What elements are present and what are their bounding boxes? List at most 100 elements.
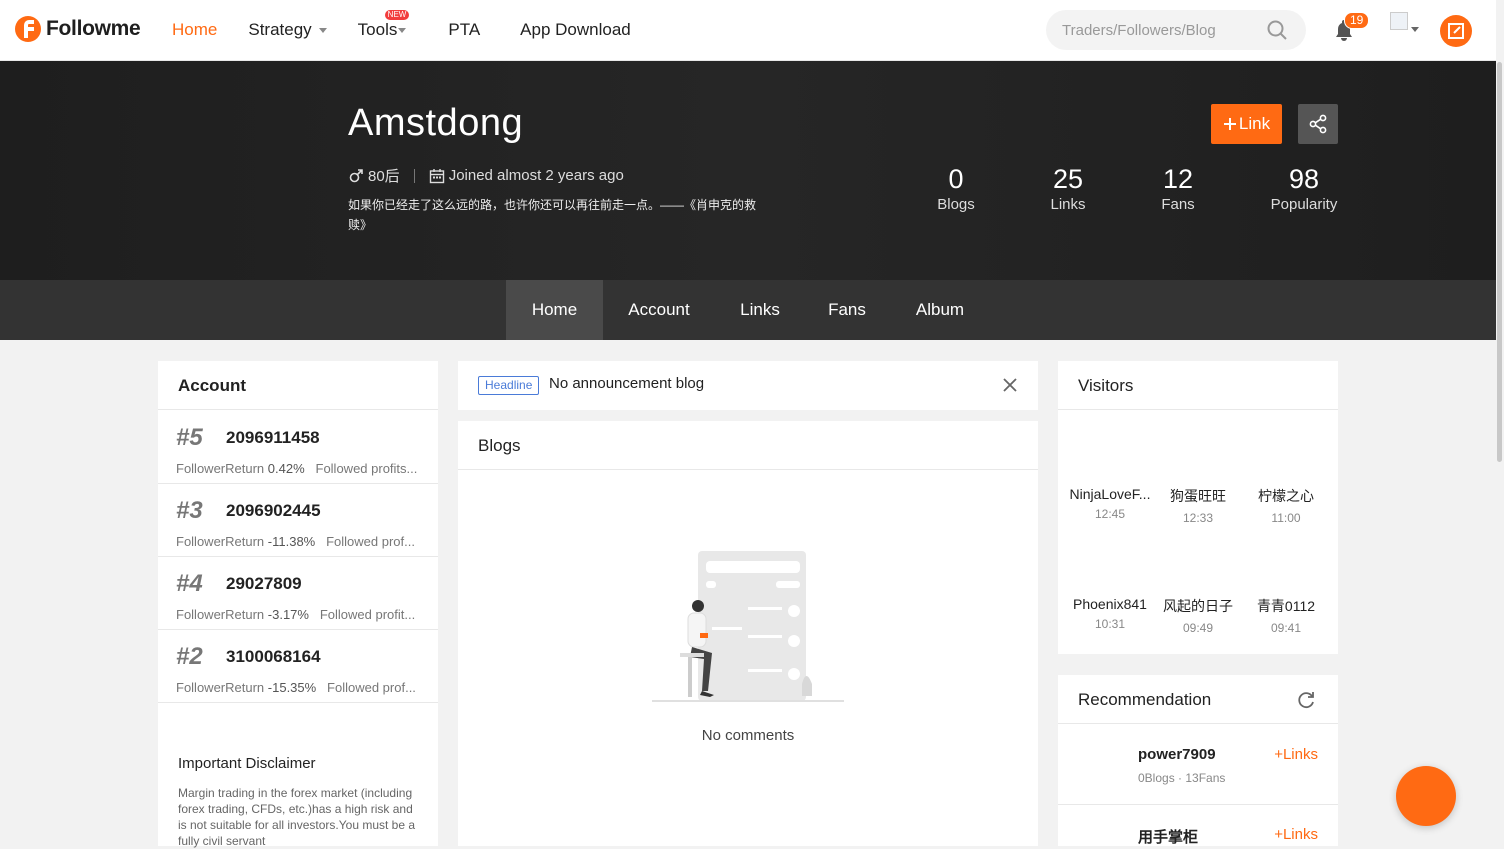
empty-state-illustration [652, 551, 844, 702]
stat-fans[interactable]: 12 Fans [1161, 163, 1194, 215]
visitor-item[interactable]: NinjaLoveF... 12:45 [1062, 486, 1158, 521]
stat-blogs-label: Blogs [937, 196, 975, 213]
profile-meta: 80后 Joined almost 2 years ago [348, 165, 624, 186]
floating-action-button[interactable] [1396, 766, 1456, 826]
profile-age-group: 80后 [368, 168, 400, 185]
nav-pta[interactable]: PTA [448, 20, 480, 40]
visitor-item[interactable]: Phoenix841 10:31 [1062, 596, 1158, 631]
tab-links-label: Links [740, 300, 780, 319]
visitor-time: 11:00 [1271, 511, 1301, 525]
stat-popularity-label: Popularity [1270, 196, 1338, 213]
blogs-title: Blogs [458, 421, 1038, 470]
followme-logo-icon [15, 16, 41, 42]
stat-links-value: 25 [1052, 164, 1084, 194]
account-return-value: -11.38% [267, 534, 316, 549]
nav-tools[interactable]: Tools NEW [357, 10, 410, 40]
edit-icon [1448, 23, 1464, 39]
account-summary: FollowerReturn -11.38% Followed prof... [176, 534, 415, 549]
link-user-button[interactable]: +Links [1274, 826, 1318, 843]
visitor-item[interactable]: 狗蛋旺旺 12:33 [1150, 486, 1246, 525]
stat-links-label: Links [1050, 196, 1086, 213]
headline-badge: Headline [478, 376, 540, 395]
tab-account-label: Account [628, 300, 690, 319]
empty-state-text: No comments [701, 727, 795, 744]
male-icon [349, 168, 363, 182]
blogs-panel: Blogs No comments [458, 421, 1038, 846]
visitor-name: NinjaLoveF... [1069, 486, 1151, 502]
account-extra: Followed prof... [327, 680, 416, 695]
link-button-label: Link [1238, 114, 1271, 133]
visitor-time: 10:31 [1094, 617, 1126, 631]
search-input[interactable] [1062, 21, 1262, 39]
profile-joined: Joined almost 2 years ago [448, 167, 624, 184]
nav-pta-label: PTA [448, 20, 481, 39]
account-row[interactable]: #4 29027809 FollowerReturn -3.17% Follow… [158, 557, 438, 630]
recommendation-item[interactable]: power7909 0Blogs · 13Fans +Links [1058, 725, 1338, 805]
scrollbar-thumb[interactable] [1497, 62, 1502, 462]
link-user-button-label: Links [1282, 826, 1318, 843]
disclaimer-text: Margin trading in the forex market (incl… [178, 786, 416, 848]
user-avatar[interactable] [1390, 12, 1408, 30]
link-button[interactable]: Link [1211, 104, 1282, 144]
calendar-icon [429, 168, 444, 183]
nav-strategy[interactable]: Strategy [248, 20, 327, 40]
account-return-label: Return [225, 534, 265, 549]
close-icon[interactable] [1003, 378, 1017, 392]
nav-home-label: Home [172, 20, 218, 39]
visitor-time: 09:49 [1182, 621, 1214, 635]
account-return-value: -15.35% [267, 680, 317, 695]
account-return-label: Return [225, 461, 265, 476]
chevron-down-icon[interactable] [1411, 27, 1419, 32]
account-row[interactable]: #3 2096902445 FollowerReturn -11.38% Fol… [158, 484, 438, 557]
disclaimer-title: Important Disclaimer [178, 755, 316, 772]
tab-fans-label: Fans [828, 300, 866, 319]
search-icon[interactable] [1267, 20, 1287, 40]
tab-home[interactable]: Home [506, 280, 603, 340]
tab-fans[interactable]: Fans [816, 280, 878, 340]
announcement-text: No announcement blog [549, 375, 705, 392]
profile-tabs: Home Account Links Fans Album [0, 280, 1496, 340]
chevron-down-icon [398, 27, 407, 33]
visitor-name: 柠檬之心 [1258, 488, 1314, 504]
account-row[interactable]: #5 2096911458 FollowerReturn 0.42% Follo… [158, 411, 438, 484]
nav-home[interactable]: Home [172, 20, 217, 40]
write-post-button[interactable] [1440, 15, 1472, 47]
visitor-name: 狗蛋旺旺 [1170, 488, 1226, 504]
stat-links[interactable]: 25 Links [1050, 163, 1085, 215]
nav-tools-label: Tools [357, 20, 398, 39]
account-rank: #5 [176, 424, 203, 451]
nav-strategy-label: Strategy [248, 20, 312, 39]
refresh-icon[interactable] [1296, 690, 1316, 710]
announcement-bar: Headline No announcement blog [458, 361, 1038, 410]
tab-links[interactable]: Links [726, 280, 794, 340]
followme-logo[interactable]: Followme [14, 14, 141, 44]
visitor-name: 风起的日子 [1163, 598, 1233, 614]
tab-account[interactable]: Account [614, 280, 704, 340]
account-role: Follower [176, 534, 226, 549]
nav-app-download-label: App Download [520, 20, 631, 39]
tab-album[interactable]: Album [900, 280, 980, 340]
visitors-title: Visitors [1058, 361, 1338, 410]
account-number: 2096902445 [226, 501, 321, 520]
share-button[interactable] [1298, 104, 1338, 144]
account-extra: Followed prof... [326, 534, 415, 549]
account-row[interactable]: #2 3100068164 FollowerReturn -15.35% Fol… [158, 630, 438, 703]
nav-app-download[interactable]: App Download [520, 20, 631, 40]
recommendation-item[interactable]: 用手掌柜 +Links [1058, 805, 1338, 846]
link-user-button[interactable]: +Links [1274, 746, 1318, 763]
account-return-value: -3.17% [267, 607, 309, 622]
tab-album-label: Album [915, 300, 965, 319]
visitor-item[interactable]: 柠檬之心 11:00 [1238, 486, 1334, 525]
stat-blogs[interactable]: 0 Blogs [937, 163, 975, 215]
account-summary: FollowerReturn -3.17% Followed profit... [176, 607, 415, 622]
visitor-time: 12:45 [1094, 507, 1126, 521]
visitor-time: 12:33 [1182, 511, 1214, 525]
account-role: Follower [176, 607, 226, 622]
visitor-item[interactable]: 青青0112 09:41 [1238, 596, 1334, 635]
stat-fans-value: 12 [1162, 164, 1194, 194]
visitor-item[interactable]: 风起的日子 09:49 [1150, 596, 1246, 635]
new-badge: NEW [384, 10, 410, 20]
stat-popularity: 98 Popularity [1271, 163, 1338, 215]
recommendation-name: power7909 [1138, 746, 1216, 763]
visitor-name: 青青0112 [1256, 598, 1316, 614]
